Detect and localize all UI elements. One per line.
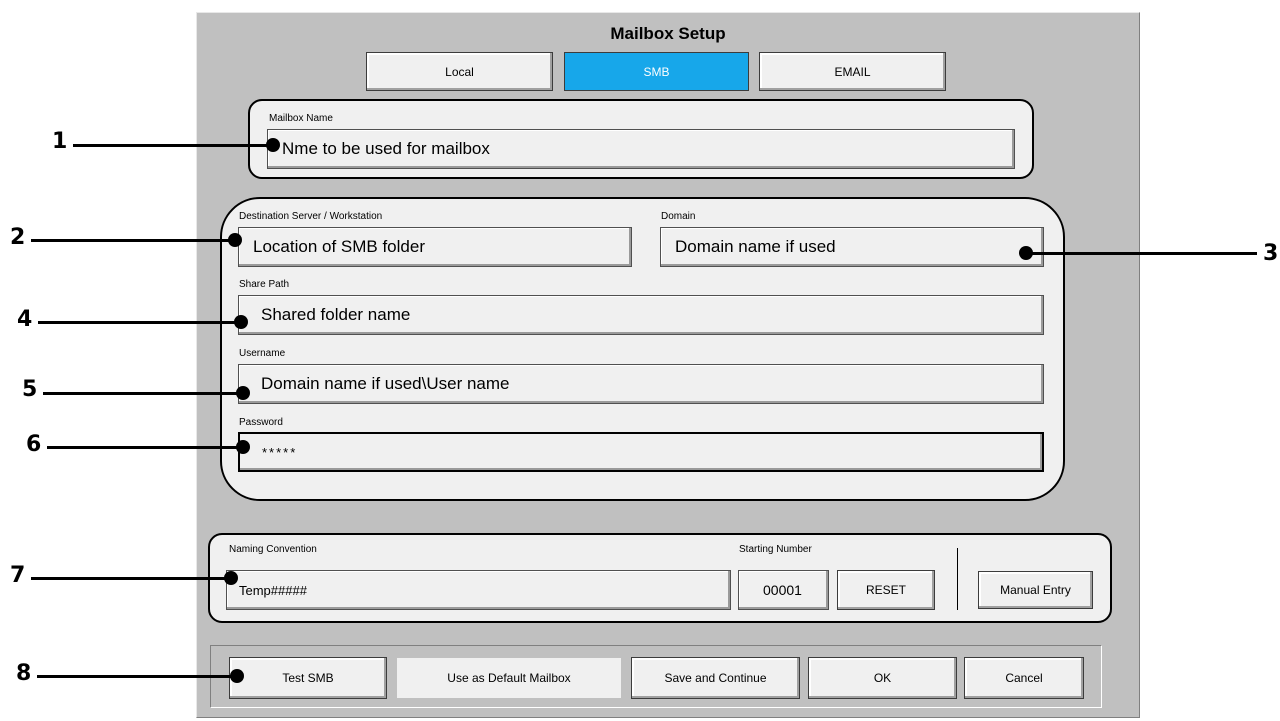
callout-dot-3	[1019, 246, 1033, 260]
domain-label: Domain	[661, 211, 696, 222]
callout-line-3	[1024, 252, 1257, 255]
callout-dot-8	[230, 669, 244, 683]
callout-number-4: 4	[17, 307, 33, 332]
callout-line-6	[47, 446, 242, 449]
reset-button[interactable]: RESET	[837, 570, 935, 610]
tab-smb[interactable]: SMB	[564, 52, 749, 91]
callout-number-7: 7	[10, 563, 26, 588]
starting-number-input[interactable]: 00001	[738, 570, 829, 610]
password-label: Password	[239, 417, 283, 428]
callout-dot-1	[266, 138, 280, 152]
callout-dot-7	[224, 571, 238, 585]
callout-dot-5	[236, 386, 250, 400]
dialog-title: Mailbox Setup	[610, 24, 726, 43]
save-and-continue-button[interactable]: Save and Continue	[631, 657, 800, 699]
callout-dot-4	[234, 315, 248, 329]
tab-local[interactable]: Local	[366, 52, 553, 91]
naming-convention-input[interactable]: Temp#####	[226, 570, 731, 610]
domain-input[interactable]: Domain name if used	[660, 227, 1044, 267]
share-path-input[interactable]: Shared folder name	[238, 295, 1044, 335]
callout-number-2: 2	[10, 225, 26, 250]
username-label: Username	[239, 348, 286, 359]
callout-number-5: 5	[22, 377, 38, 402]
callout-number-8: 8	[16, 661, 32, 686]
callout-number-3: 3	[1263, 241, 1279, 266]
mailbox-name-input[interactable]: Nme to be used for mailbox	[267, 129, 1015, 169]
cancel-button[interactable]: Cancel	[964, 657, 1084, 699]
server-label: Destination Server / Workstation	[239, 211, 383, 222]
callout-dot-6	[236, 440, 250, 454]
callout-number-6: 6	[26, 432, 42, 457]
naming-convention-label: Naming Convention	[229, 544, 317, 555]
share-path-label: Share Path	[239, 279, 290, 290]
callout-line-4	[38, 321, 242, 324]
callout-number-1: 1	[52, 129, 68, 154]
callout-line-1	[73, 144, 273, 147]
use-as-default-button[interactable]: Use as Default Mailbox	[396, 657, 622, 699]
starting-number-label: Starting Number	[739, 544, 812, 555]
password-input[interactable]: *****	[238, 432, 1044, 472]
manual-entry-button[interactable]: Manual Entry	[978, 571, 1093, 609]
callout-line-8	[37, 675, 237, 678]
callout-line-2	[31, 239, 235, 242]
tab-email[interactable]: EMAIL	[759, 52, 946, 91]
test-smb-button[interactable]: Test SMB	[229, 657, 387, 699]
ok-button[interactable]: OK	[808, 657, 957, 699]
server-input[interactable]: Location of SMB folder	[238, 227, 632, 267]
mailbox-name-label: Mailbox Name	[269, 113, 333, 124]
naming-divider	[957, 548, 958, 610]
callout-line-7	[31, 577, 231, 580]
callout-dot-2	[228, 233, 242, 247]
username-input[interactable]: Domain name if used\User name	[238, 364, 1044, 404]
callout-line-5	[43, 392, 243, 395]
